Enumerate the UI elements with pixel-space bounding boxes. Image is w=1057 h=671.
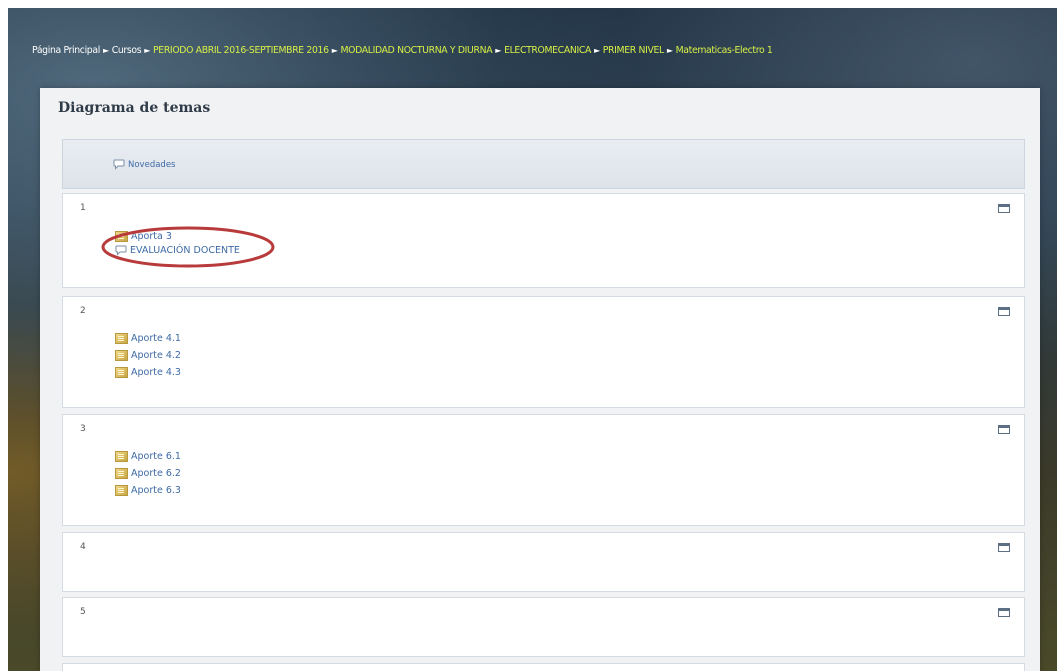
activity-label: Aporte 4.1: [131, 333, 181, 344]
breadcrumb-home-link[interactable]: Página Principal: [32, 45, 100, 56]
resource-icon: [115, 231, 128, 242]
breadcrumb-courses-link[interactable]: Cursos: [112, 45, 142, 56]
speech-bubble-icon: [115, 245, 127, 256]
activity-link[interactable]: Aporte 4.2: [115, 350, 181, 361]
activity-link[interactable]: Aporte 6.2: [115, 468, 181, 479]
breadcrumb-separator: ►: [331, 46, 338, 55]
topic-section-2: 2 Aporte 4.1 Aporte 4.2 Aporte 4.3: [62, 296, 1025, 408]
section-number: 2: [80, 306, 86, 316]
activity-label: Aporte 6.2: [131, 468, 181, 479]
page-title: Diagrama de temas: [58, 100, 211, 116]
resource-icon: [115, 367, 128, 378]
activity-label: Aporta 3: [131, 231, 172, 242]
topic-section-6: 6: [62, 663, 1025, 671]
section-number: 3: [80, 424, 86, 434]
activity-label: Aporte 4.3: [131, 367, 181, 378]
activity-label: Aporte 6.1: [131, 451, 181, 462]
section-number: 5: [80, 607, 86, 617]
breadcrumb-period-link[interactable]: PERÍODO ABRIL 2016-SEPTIEMBRE 2016: [153, 45, 329, 56]
breadcrumb-separator: ►: [102, 46, 109, 55]
topic-section-4: 4: [62, 532, 1025, 592]
activity-link[interactable]: Aporte 6.1: [115, 451, 181, 462]
collapse-toggle-icon[interactable]: [998, 425, 1010, 434]
activity-link[interactable]: Aporte 4.3: [115, 367, 181, 378]
collapse-toggle-icon[interactable]: [998, 204, 1010, 213]
activity-link[interactable]: Aporte 4.1: [115, 333, 181, 344]
topic-section-3: 3 Aporte 6.1 Aporte 6.2 Aporte 6.3: [62, 414, 1025, 526]
activity-label: Aporte 6.3: [131, 485, 181, 496]
collapse-toggle-icon[interactable]: [998, 543, 1010, 552]
evaluation-forum-link[interactable]: EVALUACIÓN DOCENTE: [115, 245, 240, 256]
breadcrumb-separator: ►: [495, 46, 502, 55]
breadcrumb-level-link[interactable]: PRIMER NIVEL: [603, 45, 664, 56]
section-number: 1: [80, 203, 86, 213]
breadcrumb-separator: ►: [144, 46, 151, 55]
breadcrumb-separator: ►: [593, 46, 600, 55]
section-header-news: Novedades: [62, 139, 1025, 189]
activity-label: EVALUACIÓN DOCENTE: [130, 245, 240, 256]
speech-bubble-icon: [113, 159, 125, 170]
section-number: 4: [80, 542, 86, 552]
topic-section-1: 1 Aporta 3 EVALUACIÓN DOCENTE: [62, 193, 1025, 288]
breadcrumb-course-link[interactable]: Matematicas-Electro 1: [676, 45, 773, 56]
breadcrumb-career-link[interactable]: ELECTROMECÁNICA: [504, 45, 591, 56]
resource-icon: [115, 468, 128, 479]
breadcrumb-separator: ►: [666, 46, 673, 55]
breadcrumb: Página Principal ► Cursos ► PERÍODO ABRIL 20…: [32, 45, 1057, 61]
course-page-frame: Página Principal ► Cursos ► PERÍODO ABRIL 20…: [8, 8, 1057, 671]
resource-icon: [115, 333, 128, 344]
resource-icon: [115, 451, 128, 462]
activity-link[interactable]: Aporta 3: [115, 231, 172, 242]
course-content-panel: Diagrama de temas Novedades 1 Aporta 3 E…: [40, 88, 1040, 671]
resource-icon: [115, 350, 128, 361]
news-forum-label: Novedades: [128, 159, 176, 170]
activity-label: Aporte 4.2: [131, 350, 181, 361]
breadcrumb-modality-link[interactable]: MODALIDAD NOCTURNA Y DIURNA: [341, 45, 493, 56]
news-forum-link[interactable]: Novedades: [113, 159, 175, 170]
resource-icon: [115, 485, 128, 496]
topic-section-5: 5: [62, 597, 1025, 657]
collapse-toggle-icon[interactable]: [998, 307, 1010, 316]
activity-link[interactable]: Aporte 6.3: [115, 485, 181, 496]
collapse-toggle-icon[interactable]: [998, 608, 1010, 617]
